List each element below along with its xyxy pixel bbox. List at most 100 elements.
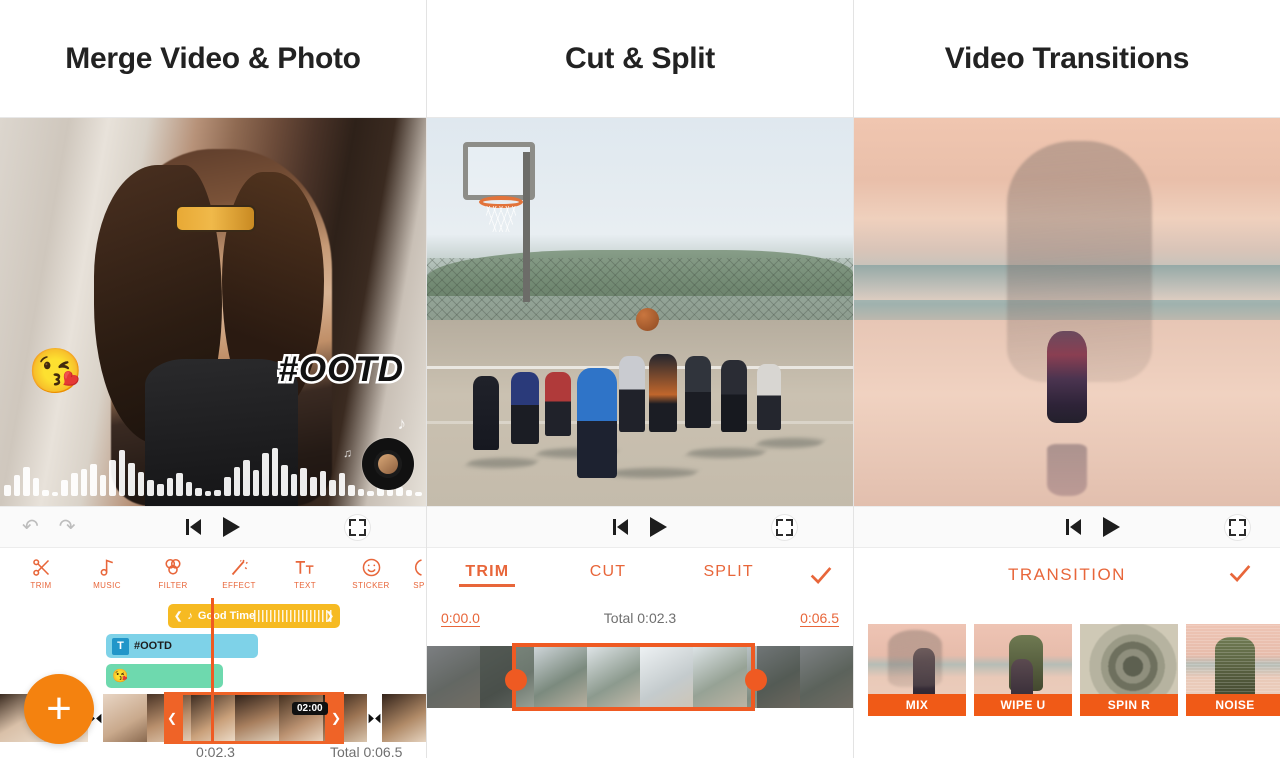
fullscreen-icon[interactable] bbox=[345, 514, 370, 540]
fullscreen-icon[interactable] bbox=[772, 514, 797, 540]
emoji-sticker-overlay[interactable]: 😘 bbox=[28, 350, 83, 394]
trim-time-row: 0:00.0 Total 0:02.3 0:06.5 bbox=[427, 602, 853, 640]
panel-video-transitions: Video Transitions TRANSITION MIX WIPE U … bbox=[854, 0, 1280, 758]
playback-bar bbox=[427, 506, 853, 548]
tool-label: TRIM bbox=[30, 581, 52, 590]
page-title: Cut & Split bbox=[564, 41, 715, 75]
dim-left bbox=[427, 646, 515, 708]
chevron-right-icon[interactable]: ❯ bbox=[326, 611, 334, 622]
check-icon bbox=[810, 567, 832, 584]
clip-thumb bbox=[382, 694, 426, 742]
trim-start-time[interactable]: 0:00.0 bbox=[441, 610, 480, 627]
tab-trim[interactable]: TRIM bbox=[427, 563, 548, 587]
add-media-button[interactable]: + bbox=[24, 674, 94, 744]
panel-header: Cut & Split bbox=[427, 0, 853, 118]
transition-list[interactable]: MIX WIPE U SPIN R NOISE TURN PAGE bbox=[854, 624, 1280, 716]
panel-header: Video Transitions bbox=[854, 0, 1280, 118]
selected-clip-outline[interactable] bbox=[180, 692, 328, 744]
tab-cut[interactable]: CUT bbox=[548, 563, 669, 587]
transition-label: SPIN R bbox=[1080, 694, 1178, 716]
skip-previous-icon[interactable] bbox=[186, 519, 201, 535]
confirm-button[interactable] bbox=[789, 561, 853, 589]
clip-thumb bbox=[103, 694, 147, 742]
text-sticker-overlay[interactable]: #OOTD bbox=[276, 348, 406, 392]
tool-music[interactable]: MUSIC bbox=[74, 556, 140, 590]
tool-effect[interactable]: EFFECT bbox=[206, 556, 272, 590]
transition-item[interactable]: SPIN R bbox=[1080, 624, 1178, 716]
magic-wand-icon bbox=[229, 556, 250, 578]
playhead[interactable] bbox=[211, 598, 214, 742]
tool-speed[interactable]: SP bbox=[404, 556, 426, 590]
editor-toolbar: TRIM MUSIC FILTER EFFECT TEXT STICKER SP bbox=[0, 548, 426, 598]
transition-item[interactable]: NOISE bbox=[1186, 624, 1280, 716]
trim-handle-right[interactable]: ❯ bbox=[328, 692, 344, 744]
tab-split[interactable]: SPLIT bbox=[668, 563, 789, 587]
transition-label: NOISE bbox=[1186, 694, 1280, 716]
transition-item[interactable]: WIPE U bbox=[974, 624, 1072, 716]
trim-end-time[interactable]: 0:06.5 bbox=[800, 610, 839, 627]
fullscreen-icon[interactable] bbox=[1225, 514, 1250, 540]
tool-text[interactable]: TEXT bbox=[272, 556, 338, 590]
basketball bbox=[636, 308, 659, 331]
text-track-label: #OOTD bbox=[134, 640, 172, 652]
video-preview[interactable] bbox=[427, 118, 853, 506]
panel-header: Merge Video & Photo bbox=[0, 0, 426, 118]
total-time-label: Total 0:06.5 bbox=[330, 744, 403, 758]
clip-duration-badge: 02:00 bbox=[292, 702, 328, 715]
tool-label: TEXT bbox=[293, 581, 317, 590]
tool-trim[interactable]: TRIM bbox=[8, 556, 74, 590]
trim-total-time: Total 0:02.3 bbox=[603, 610, 677, 626]
player bbox=[619, 356, 645, 432]
trim-handle-right[interactable] bbox=[745, 669, 767, 691]
tool-label: SP bbox=[413, 581, 425, 590]
trim-handle-left[interactable] bbox=[505, 669, 527, 691]
undo-icon[interactable]: ↶ bbox=[22, 517, 39, 537]
transition-label: WIPE U bbox=[974, 694, 1072, 716]
skip-previous-icon[interactable] bbox=[1066, 519, 1081, 535]
timeline-times: 0:02.3 Total 0:06.5 bbox=[0, 744, 426, 758]
hoop-pole bbox=[523, 152, 530, 302]
player bbox=[721, 360, 747, 432]
video-preview[interactable] bbox=[854, 118, 1280, 506]
current-time-label: 0:02.3 bbox=[196, 744, 235, 758]
speed-icon bbox=[409, 556, 426, 578]
redo-icon[interactable]: ↷ bbox=[59, 517, 76, 537]
section-title: TRANSITION bbox=[1008, 565, 1126, 584]
tool-filter[interactable]: FILTER bbox=[140, 556, 206, 590]
panel-merge-video-photo: Merge Video & Photo 😘 #OOTD ♪ ♫ ↶ ↷ TRIM… bbox=[0, 0, 427, 758]
confirm-button[interactable] bbox=[1226, 559, 1254, 592]
player bbox=[545, 372, 571, 436]
screenshot-board: Merge Video & Photo 😘 #OOTD ♪ ♫ ↶ ↷ TRIM… bbox=[0, 0, 1280, 758]
transition-label: MIX bbox=[868, 694, 966, 716]
transition-marker[interactable] bbox=[367, 694, 382, 742]
player bbox=[511, 372, 539, 444]
player bbox=[473, 376, 499, 450]
tool-label: FILTER bbox=[158, 581, 188, 590]
timeline[interactable]: ❮ ♪ Good Time ❯ T #OOTD 😘 ❮ ❯ 02:00 + 0:… bbox=[0, 598, 426, 758]
video-preview[interactable]: 😘 #OOTD ♪ ♫ bbox=[0, 118, 426, 506]
tool-sticker[interactable]: STICKER bbox=[338, 556, 404, 590]
sunglasses bbox=[174, 205, 256, 233]
playback-bar bbox=[854, 506, 1280, 548]
sticker-track[interactable]: 😘 bbox=[106, 664, 223, 688]
play-icon[interactable] bbox=[223, 517, 240, 537]
chevron-left-icon[interactable]: ❮ bbox=[174, 611, 182, 622]
trim-handle-left[interactable]: ❮ bbox=[164, 692, 180, 744]
vinyl-record-thumbnail[interactable] bbox=[362, 438, 414, 490]
playback-bar: ↶ ↷ bbox=[0, 506, 426, 548]
transition-item[interactable]: MIX bbox=[868, 624, 966, 716]
player bbox=[757, 364, 781, 430]
music-note-icon bbox=[97, 556, 118, 578]
runner-reflection bbox=[1047, 443, 1087, 496]
text-tt-icon bbox=[294, 556, 316, 578]
play-icon[interactable] bbox=[1103, 517, 1120, 537]
scissors-icon bbox=[31, 556, 52, 578]
skip-previous-icon[interactable] bbox=[613, 519, 628, 535]
play-icon[interactable] bbox=[650, 517, 667, 537]
page-title: Video Transitions bbox=[944, 41, 1190, 75]
trim-filmstrip[interactable] bbox=[427, 643, 853, 711]
text-track[interactable]: T #OOTD bbox=[106, 634, 258, 658]
transition-header: TRANSITION bbox=[854, 548, 1280, 602]
music-track[interactable]: ❮ ♪ Good Time ❯ bbox=[168, 604, 340, 628]
trim-selection[interactable] bbox=[512, 643, 755, 711]
